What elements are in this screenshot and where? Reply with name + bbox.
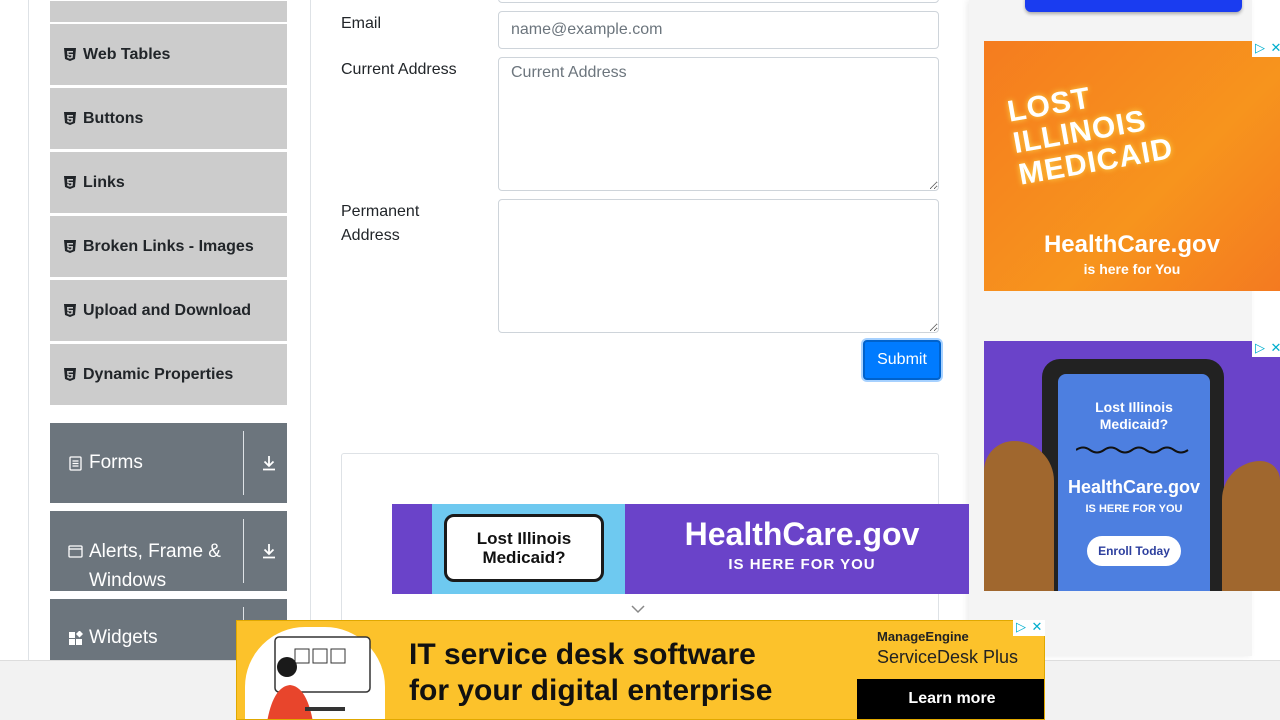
ad-banner[interactable]: Lost Illinois Medicaid? HealthCare.gov I… — [392, 504, 969, 594]
sidebar-item-label: Links — [83, 173, 125, 191]
support-agent-icon — [267, 636, 371, 719]
html5-icon — [64, 368, 76, 381]
document-icon — [69, 455, 82, 471]
permanent-address-label: Permanent Address — [341, 203, 420, 244]
html5-icon — [64, 112, 76, 125]
close-icon[interactable]: ✕ — [1029, 620, 1045, 636]
sidebar-item-partial[interactable] — [50, 0, 287, 22]
sidebar-item-dynamic-properties[interactable]: Dynamic Properties — [50, 343, 287, 405]
sidebar-item-label: Buttons — [83, 109, 144, 127]
html5-icon — [64, 176, 76, 189]
sidebar-item-links[interactable]: Links — [50, 151, 287, 213]
sidebar-item-upload-download[interactable]: Upload and Download — [50, 279, 287, 341]
ad-headline-line: for your digital enterprise — [409, 674, 773, 707]
sidebar-left-border — [28, 0, 29, 660]
window-icon — [68, 545, 83, 558]
adchoices-icon[interactable]: ▷ — [1013, 620, 1029, 636]
ad-tagline: IS HERE FOR YOU — [1085, 503, 1183, 515]
current-address-field[interactable] — [498, 57, 939, 191]
ad-headline-line: IT service desk software — [409, 638, 756, 671]
ad-tagline: IS HERE FOR YOU — [728, 556, 876, 573]
download-arrow-icon[interactable] — [260, 454, 278, 472]
html5-icon — [64, 304, 76, 317]
squiggle-decoration — [1076, 446, 1189, 454]
adchoices-icon[interactable]: ▷ — [1252, 41, 1268, 57]
ad-brand: ManageEngine — [877, 629, 969, 644]
ad-brand: HealthCare.gov — [1067, 477, 1201, 497]
ad-card: Lost Illinois Medicaid? — [444, 514, 604, 582]
ad-illustration — [245, 627, 385, 719]
ad-choices[interactable]: ▷ ✕ — [1252, 41, 1280, 57]
enroll-button[interactable]: Enroll Today — [1087, 536, 1181, 566]
ad-orange[interactable]: LOST ILLINOIS MEDICAID HealthCare.gov is… — [984, 41, 1280, 291]
group-label: Alerts, Frame & Windows — [89, 541, 221, 591]
group-header: Alerts, Frame & Windows — [68, 537, 239, 595]
ad-headline: Lost Illinois Medicaid? — [1095, 399, 1173, 432]
group-label: Forms — [89, 452, 143, 473]
html5-icon — [64, 240, 76, 253]
ad-product: ServiceDesk Plus — [877, 647, 1019, 667]
learn-more-button[interactable]: Learn more — [857, 679, 1044, 719]
ad-choices[interactable]: ▷ ✕ — [1252, 341, 1280, 357]
sidebar-item-label: Upload and Download — [83, 301, 251, 319]
ad-brand: HealthCare.gov — [1043, 231, 1221, 258]
download-arrow-icon[interactable] — [260, 542, 278, 560]
current-address-label: Current Address — [341, 61, 457, 78]
hand-image — [984, 441, 1054, 591]
ad-blue[interactable]: Lost Illinois Medicaid? HealthCare.gov I… — [984, 341, 1280, 591]
sidebar-item-label: Dynamic Properties — [83, 365, 234, 383]
widgets-icon — [69, 630, 83, 645]
hand-image — [1222, 461, 1280, 591]
email-field[interactable] — [498, 11, 939, 49]
sidebar-group-alerts[interactable]: Alerts, Frame & Windows — [50, 511, 287, 591]
ad-headline: LOST ILLINOIS MEDICAID — [1005, 81, 1176, 192]
ad-brand: HealthCare.gov — [684, 516, 920, 552]
sidebar-group-forms[interactable]: Forms — [50, 423, 287, 503]
divider — [243, 431, 244, 495]
email-label: Email — [341, 15, 382, 32]
submit-button[interactable]: Submit — [863, 340, 941, 380]
name-field-partial[interactable] — [498, 0, 939, 3]
ad-top-button[interactable] — [1025, 0, 1242, 12]
ad-tagline: is here for You — [1083, 261, 1181, 277]
ad-headline: IT service desk software for your digita… — [409, 637, 772, 709]
close-icon[interactable]: ✕ — [1268, 341, 1280, 357]
sidebar-item-label: Broken Links - Images — [83, 237, 254, 255]
adchoices-icon[interactable]: ▷ — [1252, 341, 1268, 357]
sidebar-right-border — [310, 0, 311, 660]
html5-icon — [64, 48, 76, 61]
chevron-down-icon[interactable] — [630, 603, 646, 615]
ad-choices[interactable]: ▷ ✕ — [1013, 620, 1045, 636]
close-icon[interactable]: ✕ — [1268, 41, 1280, 57]
sidebar-item-label: Web Tables — [83, 45, 171, 63]
ad-bottom[interactable]: IT service desk software for your digita… — [236, 620, 1045, 720]
divider — [243, 519, 244, 583]
permanent-address-field[interactable] — [498, 199, 939, 333]
sidebar-item-buttons[interactable]: Buttons — [50, 87, 287, 149]
sidebar-item-web-tables[interactable]: Web Tables — [50, 23, 287, 85]
group-label: Widgets — [89, 627, 158, 648]
sidebar-item-broken-links[interactable]: Broken Links - Images — [50, 215, 287, 277]
group-header: Forms — [68, 423, 143, 503]
